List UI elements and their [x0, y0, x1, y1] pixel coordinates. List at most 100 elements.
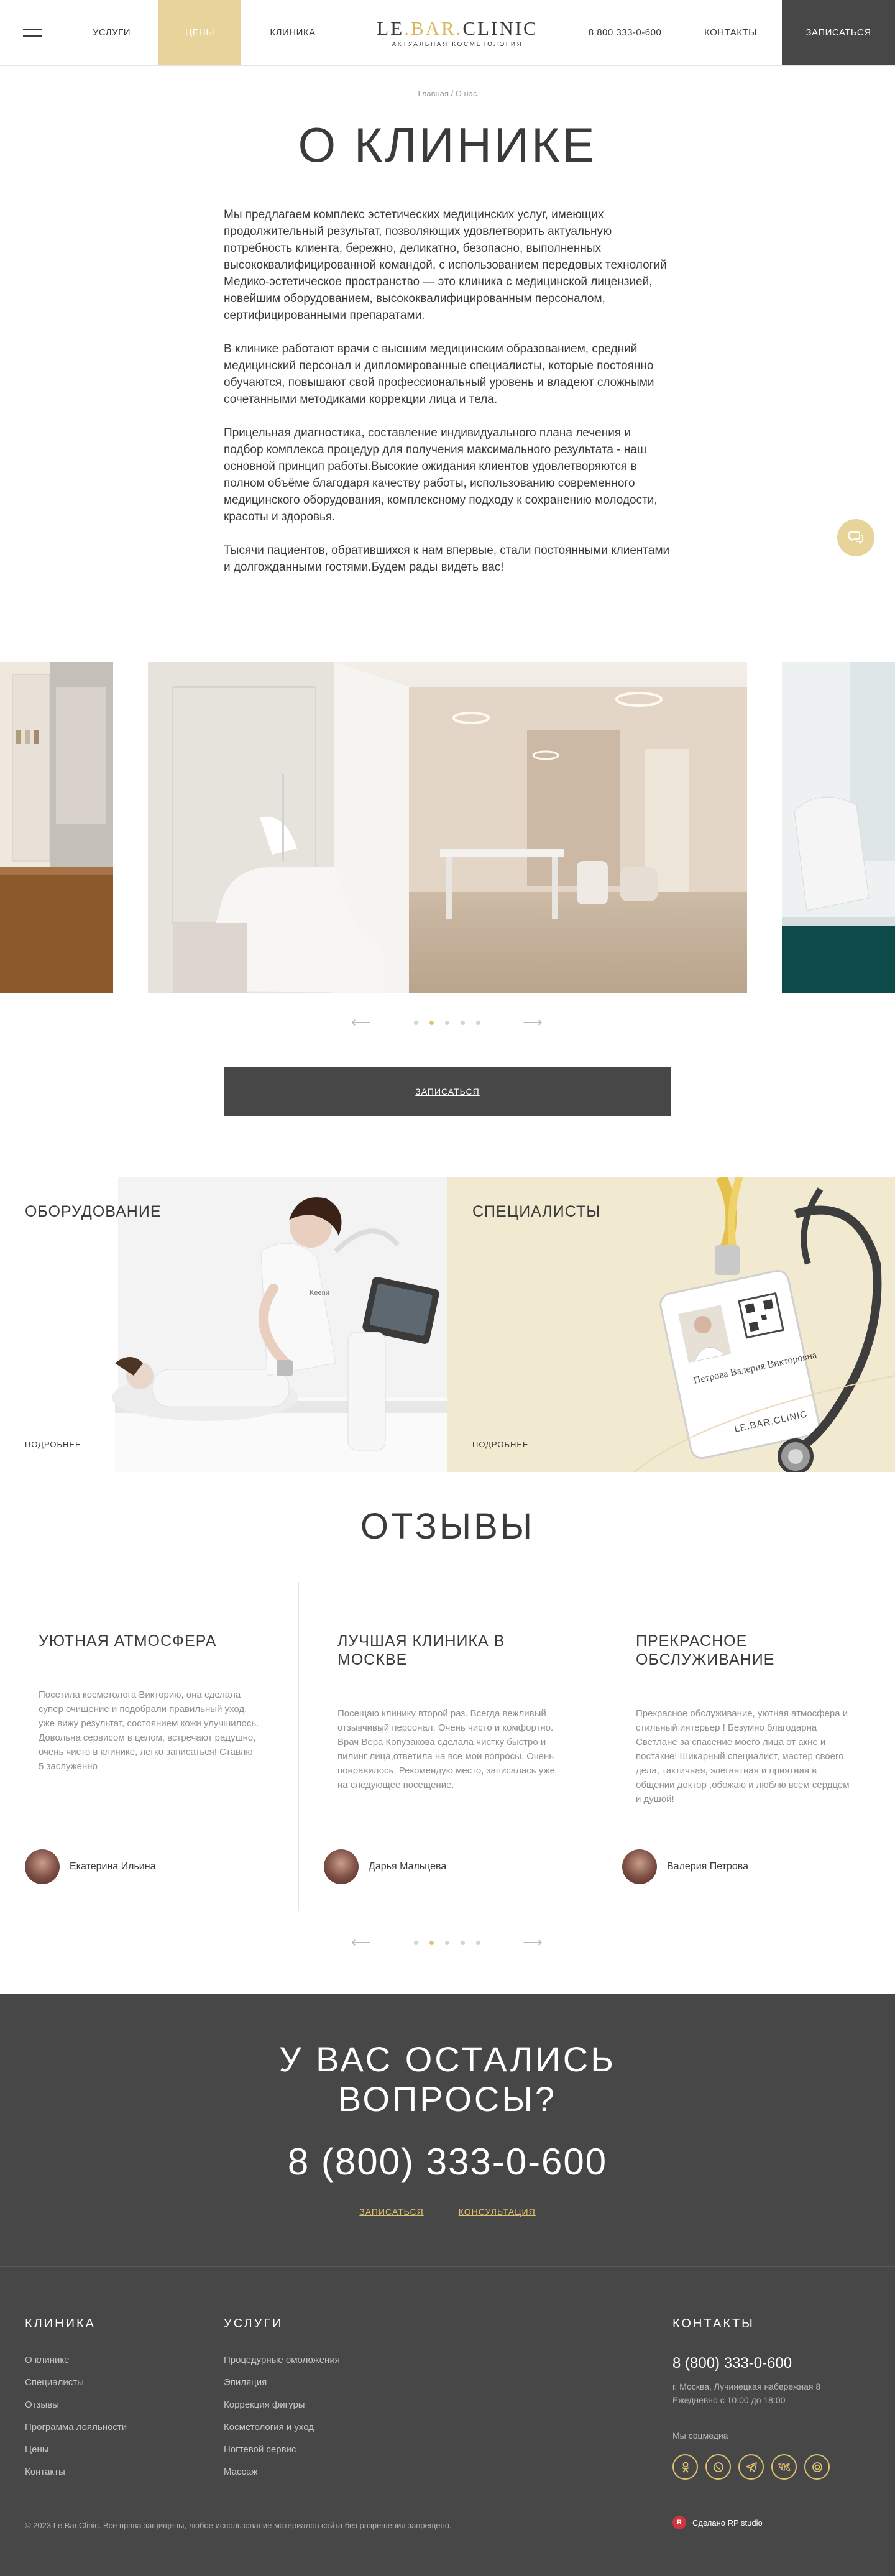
slider-prev-arrow[interactable]: ⟵ [342, 1013, 380, 1032]
slide-image-prev [0, 662, 113, 993]
footer-hours: Ежедневно с 10:00 до 18:00 [672, 2395, 786, 2405]
signup-button[interactable]: ЗАПИСАТЬСЯ [224, 1067, 671, 1116]
card-equipment-more-link[interactable]: ПОДРОБНЕЕ [25, 1440, 81, 1449]
reviews-pagination [414, 1941, 482, 1945]
footer-link[interactable]: Контакты [25, 2467, 127, 2477]
footer-phone[interactable]: 8 (800) 333-0-600 [672, 2355, 830, 2372]
review-card: ПРЕКРАСНОЕ ОБСЛУЖИВАНИЕ Прекрасное обслу… [597, 1582, 895, 1911]
header-signup-button[interactable]: ЗАПИСАТЬСЯ [782, 0, 895, 65]
footer-social-label: Мы соцмедиа [672, 2431, 728, 2440]
footer-contacts-column: КОНТАКТЫ 8 (800) 333-0-600 г. Москва, Лу… [672, 2317, 830, 2480]
review-title: ПРЕКРАСНОЕ ОБСЛУЖИВАНИЕ [636, 1632, 775, 1668]
slider-pagination [414, 1021, 482, 1025]
footer-link[interactable]: Процедурные омоложения [224, 2355, 340, 2365]
telegram-icon[interactable] [738, 2454, 764, 2480]
page-title: О КЛИНИКЕ [298, 117, 597, 172]
review-card: ЛУЧШАЯ КЛИНИКА В МОСКВЕ Посещаю клинику … [298, 1582, 597, 1911]
pagination-dot[interactable] [476, 1941, 480, 1945]
chat-button[interactable] [837, 519, 874, 556]
review-author-name: Екатерина Ильина [70, 1861, 156, 1872]
footer-made-by[interactable]: R Сделано RP studio [672, 2516, 763, 2529]
pagination-dot[interactable] [445, 1941, 449, 1945]
footer-link[interactable]: Эпиляция [224, 2377, 340, 2388]
footer-socials [672, 2454, 830, 2480]
interior-photo-prev [0, 662, 113, 993]
reviews-list: УЮТНАЯ АТМОСФЕРА Посетила косметолога Ви… [0, 1582, 895, 1911]
footer-link[interactable]: Цены [25, 2444, 127, 2455]
slider-next-arrow[interactable]: ⟶ [513, 1013, 552, 1032]
about-paragraph: Прицельная диагностика, составление инди… [224, 426, 658, 523]
review-author: Валерия Петрова [622, 1849, 748, 1884]
footer-link[interactable]: Программа лояльности [25, 2422, 127, 2432]
reviews-next-arrow[interactable]: ⟶ [513, 1933, 552, 1952]
instagram-icon[interactable] [804, 2454, 830, 2480]
footer-link[interactable]: Специалисты [25, 2377, 127, 2388]
interior-slider [0, 662, 895, 993]
questions-phone[interactable]: 8 (800) 333-0-600 [0, 2140, 895, 2183]
footer-link[interactable]: Массаж [224, 2467, 340, 2477]
card-specialists[interactable]: Петрова Валерия Викторовна LE.BAR.CLINIC… [448, 1177, 895, 1472]
footer-link[interactable]: Коррекция фигуры [224, 2399, 340, 2410]
footer-address: г. Москва, Лучинецкая набережная 8 [672, 2381, 821, 2391]
footer-link[interactable]: Отзывы [25, 2399, 127, 2410]
pagination-dot[interactable] [476, 1021, 480, 1025]
questions-signup-link[interactable]: ЗАПИСАТЬСЯ [359, 2207, 423, 2217]
about-text: Мы предлагаем комплекс эстетических меди… [224, 206, 671, 592]
pagination-dot[interactable] [461, 1941, 465, 1945]
rp-studio-logo-icon: R [672, 2516, 686, 2529]
review-author-name: Валерия Петрова [667, 1861, 748, 1872]
footer-made-by-text: Сделано RP studio [692, 2518, 763, 2528]
specialists-photo: Петрова Валерия Викторовна LE.BAR.CLINIC [448, 1177, 895, 1472]
interior-photo-main [148, 662, 747, 993]
footer-services-column: УСЛУГИ Процедурные омоложения Эпиляция К… [224, 2317, 340, 2489]
questions-consult-link[interactable]: КОНСУЛЬТАЦИЯ [459, 2207, 536, 2217]
footer-services-heading: УСЛУГИ [224, 2317, 283, 2330]
pagination-dot[interactable] [429, 1021, 434, 1025]
pagination-dot[interactable] [461, 1021, 465, 1025]
nav-prices[interactable]: ЦЕНЫ [158, 0, 241, 65]
pagination-dot[interactable] [414, 1021, 418, 1025]
site-header: УСЛУГИ ЦЕНЫ КЛИНИКА LE.BAR.CLINIC АКТУАЛ… [0, 0, 895, 66]
logo-wordmark: LE.BAR.CLINIC [377, 17, 538, 40]
review-title: УЮТНАЯ АТМОСФЕРА [39, 1632, 217, 1650]
header-phone[interactable]: 8 800 333-0-600 [571, 0, 679, 65]
equipment-photo: Keenи [0, 1177, 448, 1472]
burger-menu-button[interactable] [0, 0, 65, 65]
review-author: Екатерина Ильина [25, 1849, 155, 1884]
whatsapp-icon[interactable] [705, 2454, 731, 2480]
breadcrumb[interactable]: Главная / О нас [0, 89, 895, 98]
interior-photo-next [782, 662, 895, 993]
footer-link[interactable]: Косметология и уход [224, 2422, 340, 2432]
questions-section: У ВАС ОСТАЛИСЬ ВОПРОСЫ? 8 (800) 333-0-60… [0, 1994, 895, 2267]
card-specialists-more-link[interactable]: ПОДРОБНЕЕ [472, 1440, 529, 1449]
logo-part-clinic: CLINIC [462, 17, 538, 39]
nav-clinic[interactable]: КЛИНИКА [241, 0, 344, 65]
site-footer: КЛИНИКА О клинике Специалисты Отзывы Про… [0, 2267, 895, 2576]
pagination-dot[interactable] [414, 1941, 418, 1945]
vk-icon[interactable] [771, 2454, 797, 2480]
review-text: Прекрасное обслуживание, уютная атмосфер… [636, 1708, 850, 1805]
ok-icon[interactable] [672, 2454, 698, 2480]
nav-services[interactable]: УСЛУГИ [65, 0, 158, 65]
questions-title: У ВАС ОСТАЛИСЬ ВОПРОСЫ? [0, 2040, 895, 2119]
review-author-name: Дарья Мальцева [369, 1861, 447, 1872]
questions-title-line: ВОПРОСЫ? [337, 2079, 558, 2118]
logo-part-bar: .BAR. [404, 17, 463, 39]
slider-controls: ⟵ ⟶ [0, 1013, 895, 1032]
footer-clinic-heading: КЛИНИКА [25, 2317, 96, 2330]
footer-link[interactable]: О клинике [25, 2355, 127, 2365]
pagination-dot[interactable] [429, 1941, 434, 1945]
card-equipment[interactable]: Keenи ОБОРУДОВАНИЕ ПОДРОБНЕЕ [0, 1177, 448, 1472]
logo[interactable]: LE.BAR.CLINIC АКТУАЛЬНАЯ КОСМЕТОЛОГИЯ [344, 0, 571, 65]
about-paragraph: Тысячи пациентов, обратившихся к нам впе… [224, 544, 670, 574]
reviews-prev-arrow[interactable]: ⟵ [342, 1933, 380, 1952]
pagination-dot[interactable] [445, 1021, 449, 1025]
feature-cards: Keenи ОБОРУДОВАНИЕ ПОДРОБНЕЕ Петрова Вал… [0, 1177, 895, 1472]
nav-contacts[interactable]: КОНТАКТЫ [679, 0, 782, 65]
avatar [324, 1849, 359, 1884]
reviews-title: ОТЗЫВЫ [360, 1506, 535, 1547]
footer-copyright: © 2023 Le.Bar.Clinic. Все права защищены… [25, 2521, 452, 2530]
footer-link[interactable]: Ногтевой сервис [224, 2444, 340, 2455]
about-paragraph: Мы предлагаем комплекс эстетических меди… [224, 208, 667, 322]
footer-clinic-column: КЛИНИКА О клинике Специалисты Отзывы Про… [25, 2317, 127, 2489]
